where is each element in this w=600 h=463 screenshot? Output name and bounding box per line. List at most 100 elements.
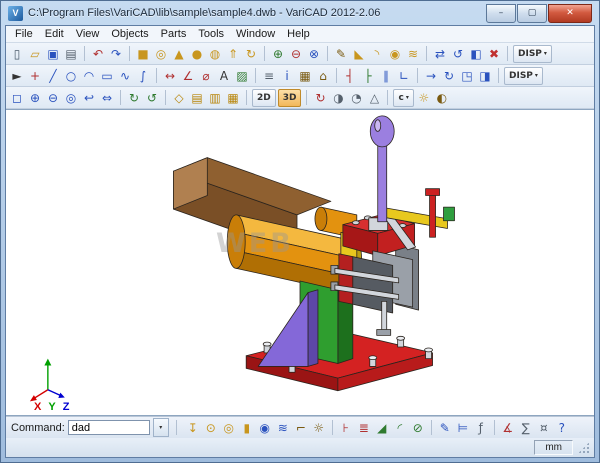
new-file-icon[interactable]: ▯ xyxy=(8,45,26,63)
sketch-tool-icon[interactable]: ✎ xyxy=(436,419,454,437)
sphere-solid-icon[interactable]: ● xyxy=(188,45,206,63)
draw-polyline-icon[interactable]: ∿ xyxy=(116,67,134,85)
view-axonometric-icon[interactable]: ◇ xyxy=(170,89,188,107)
menu-tools[interactable]: Tools xyxy=(193,28,229,40)
base-bolt[interactable] xyxy=(425,348,433,359)
base-bolt[interactable] xyxy=(397,336,405,347)
zoom-previous-icon[interactable]: ↩ xyxy=(80,89,98,107)
corner-objects-icon[interactable]: ∟ xyxy=(395,67,413,85)
edit-solid-icon[interactable]: ✎ xyxy=(332,45,350,63)
washers-library-icon[interactable]: ◎ xyxy=(220,419,238,437)
trim-objects-icon[interactable]: ┤ xyxy=(341,67,359,85)
perspective-display-icon[interactable]: △ xyxy=(365,89,383,107)
redraw-view-icon[interactable]: ↻ xyxy=(125,89,143,107)
copy-2d-icon[interactable]: ◳ xyxy=(458,67,476,85)
mode-2d-button[interactable]: 2D xyxy=(252,89,276,107)
zoom-in-icon[interactable]: ⊕ xyxy=(26,89,44,107)
command-input[interactable] xyxy=(68,420,150,435)
print-icon[interactable]: ▤ xyxy=(62,45,80,63)
drill-hole-icon[interactable]: ◉ xyxy=(386,45,404,63)
viewport-3d[interactable]: WEB XYZ xyxy=(6,109,594,416)
view-top-icon[interactable]: ▥ xyxy=(206,89,224,107)
undo-icon[interactable]: ↶ xyxy=(89,45,107,63)
render-view-icon[interactable]: ◐ xyxy=(433,89,451,107)
insert-text-icon[interactable]: A xyxy=(215,67,233,85)
extrude-solid-icon[interactable]: ⇑ xyxy=(224,45,242,63)
maximize-button[interactable]: ▢ xyxy=(517,4,547,23)
chamfer-tool-icon[interactable]: ◢ xyxy=(373,419,391,437)
base-bolt[interactable] xyxy=(369,356,377,367)
handle-lever-part[interactable] xyxy=(370,116,394,222)
draw-arc-icon[interactable]: ◠ xyxy=(80,67,98,85)
delete-solid-icon[interactable]: ✖ xyxy=(485,45,503,63)
minimize-button[interactable]: – xyxy=(486,4,516,23)
view-select-dropdown[interactable]: c▾ xyxy=(393,89,413,107)
regenerate-view-icon[interactable]: ↺ xyxy=(143,89,161,107)
offset-objects-icon[interactable]: ∥ xyxy=(377,67,395,85)
move-solid-icon[interactable]: ⇄ xyxy=(431,45,449,63)
display-mode-button[interactable]: DISP▾ xyxy=(504,67,543,85)
thread-icon[interactable]: ≋ xyxy=(404,45,422,63)
command-history-dropdown[interactable]: ▾ xyxy=(153,418,169,437)
layers-icon[interactable]: ≡ xyxy=(260,67,278,85)
dimension-linear-icon[interactable]: ↔ xyxy=(161,67,179,85)
close-button[interactable]: ✕ xyxy=(548,4,592,23)
rotate-solid-icon[interactable]: ↺ xyxy=(449,45,467,63)
menu-view[interactable]: View xyxy=(71,28,105,40)
mirror-2d-icon[interactable]: ◨ xyxy=(476,67,494,85)
open-file-icon[interactable]: ▱ xyxy=(26,45,44,63)
blocks-icon[interactable]: ▦ xyxy=(296,67,314,85)
constraint-tool-icon[interactable]: ⊨ xyxy=(454,419,472,437)
revolve-solid-icon[interactable]: ↻ xyxy=(242,45,260,63)
hatch-area-icon[interactable]: ▨ xyxy=(233,67,251,85)
cone-solid-icon[interactable]: ▲ xyxy=(170,45,188,63)
menu-window[interactable]: Window xyxy=(231,28,280,40)
box-solid-icon[interactable]: ■ xyxy=(134,45,152,63)
view-front-icon[interactable]: ▤ xyxy=(188,89,206,107)
display-config-button[interactable]: DISP▾ xyxy=(513,45,552,63)
light-settings-icon[interactable]: ☼ xyxy=(415,89,433,107)
zoom-all-icon[interactable]: ◎ xyxy=(62,89,80,107)
redo-icon[interactable]: ↷ xyxy=(107,45,125,63)
rotate-2d-icon[interactable]: ↻ xyxy=(440,67,458,85)
dimension-diameter-icon[interactable]: ⌀ xyxy=(197,67,215,85)
cylinder-solid-icon[interactable]: ◎ xyxy=(152,45,170,63)
view-right-icon[interactable]: ▦ xyxy=(224,89,242,107)
wireframe-display-icon[interactable]: ◔ xyxy=(347,89,365,107)
attributes-icon[interactable]: i xyxy=(278,67,296,85)
chamfer-edge-icon[interactable]: ◣ xyxy=(350,45,368,63)
bolts-library-icon[interactable]: ↧ xyxy=(184,419,202,437)
hole-tool-icon[interactable]: ⊘ xyxy=(409,419,427,437)
snap-point-icon[interactable]: + xyxy=(26,67,44,85)
calculator-tool-icon[interactable]: ∑ xyxy=(517,419,535,437)
resize-grip-icon[interactable] xyxy=(578,442,590,454)
parameters-tool-icon[interactable]: ƒ xyxy=(472,419,490,437)
settings-tool-icon[interactable]: ¤ xyxy=(535,419,553,437)
bearings-library-icon[interactable]: ◉ xyxy=(256,419,274,437)
save-file-icon[interactable]: ▣ xyxy=(44,45,62,63)
pins-library-icon[interactable]: ▮ xyxy=(238,419,256,437)
torus-solid-icon[interactable]: ◍ xyxy=(206,45,224,63)
menu-edit[interactable]: Edit xyxy=(40,28,69,40)
pan-view-icon[interactable]: ⇔ xyxy=(98,89,116,107)
gusset-part[interactable] xyxy=(258,290,318,367)
boolean-intersect-icon[interactable]: ⊗ xyxy=(305,45,323,63)
springs-library-icon[interactable]: ≋ xyxy=(274,419,292,437)
select-objects-icon[interactable]: ► xyxy=(8,67,26,85)
menu-file[interactable]: File xyxy=(10,28,38,40)
draw-spline-icon[interactable]: ∫ xyxy=(134,67,152,85)
measure-tool-icon[interactable]: ∡ xyxy=(499,419,517,437)
symbol-library-icon[interactable]: ⌂ xyxy=(314,67,332,85)
shaft-tool-icon[interactable]: ⊦ xyxy=(337,419,355,437)
zoom-window-icon[interactable]: ◻ xyxy=(8,89,26,107)
mirror-solid-icon[interactable]: ◧ xyxy=(467,45,485,63)
units-indicator[interactable]: mm xyxy=(534,440,573,455)
rotate-view-icon[interactable]: ↻ xyxy=(311,89,329,107)
zoom-out-icon[interactable]: ⊖ xyxy=(44,89,62,107)
menu-parts[interactable]: Parts xyxy=(156,28,192,40)
extend-objects-icon[interactable]: ├ xyxy=(359,67,377,85)
menu-objects[interactable]: Objects xyxy=(106,28,153,40)
shaded-display-icon[interactable]: ◑ xyxy=(329,89,347,107)
gears-library-icon[interactable]: ☼ xyxy=(310,419,328,437)
draw-rectangle-icon[interactable]: ▭ xyxy=(98,67,116,85)
